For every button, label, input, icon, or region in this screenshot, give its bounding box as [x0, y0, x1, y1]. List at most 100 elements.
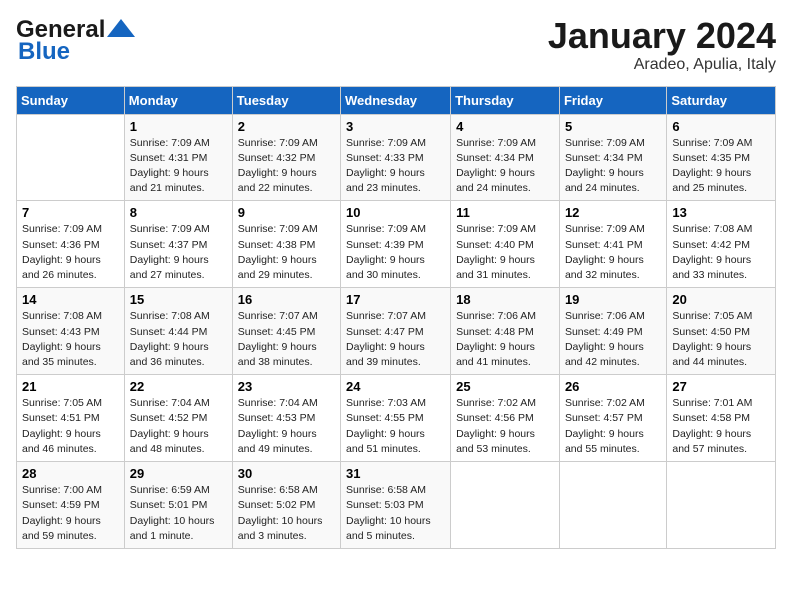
weekday-header-monday: Monday	[124, 86, 232, 114]
calendar-cell: 23 Sunrise: 7:04 AMSunset: 4:53 PMDayligh…	[232, 375, 340, 462]
day-number: 29	[130, 466, 227, 481]
calendar-cell: 11 Sunrise: 7:09 AMSunset: 4:40 PMDayligh…	[451, 201, 560, 288]
day-number: 1	[130, 119, 227, 134]
day-info: Sunrise: 6:58 AMSunset: 5:03 PMDaylight:…	[346, 483, 445, 544]
logo-text-blue: Blue	[18, 38, 70, 66]
calendar-cell: 24 Sunrise: 7:03 AMSunset: 4:55 PMDayligh…	[341, 375, 451, 462]
weekday-header-saturday: Saturday	[667, 86, 776, 114]
calendar-cell: 22 Sunrise: 7:04 AMSunset: 4:52 PMDayligh…	[124, 375, 232, 462]
day-number: 25	[456, 379, 554, 394]
day-info: Sunrise: 7:07 AMSunset: 4:47 PMDaylight:…	[346, 309, 445, 370]
calendar-cell: 16Sunrise: 7:07 AMSunset: 4:45 PMDayligh…	[232, 288, 340, 375]
day-number: 7	[22, 205, 119, 220]
calendar-cell: 3Sunrise: 7:09 AMSunset: 4:33 PMDaylight…	[341, 114, 451, 201]
location: Aradeo, Apulia, Italy	[548, 56, 776, 74]
day-info: Sunrise: 7:06 AMSunset: 4:49 PMDaylight:…	[565, 309, 661, 370]
day-info: Sunrise: 7:09 AMSunset: 4:33 PMDaylight:…	[346, 136, 445, 197]
page-header: General Blue January 2024 Aradeo, Apulia…	[16, 16, 776, 74]
calendar-table: SundayMondayTuesdayWednesdayThursdayFrid…	[16, 86, 776, 549]
day-info: Sunrise: 7:09 AMSunset: 4:38 PMDaylight:…	[238, 222, 335, 283]
day-number: 24	[346, 379, 445, 394]
calendar-cell: 8Sunrise: 7:09 AMSunset: 4:37 PMDaylight…	[124, 201, 232, 288]
day-info: Sunrise: 6:59 AMSunset: 5:01 PMDaylight:…	[130, 483, 227, 544]
calendar-cell: 4Sunrise: 7:09 AMSunset: 4:34 PMDaylight…	[451, 114, 560, 201]
day-info: Sunrise: 7:05 AMSunset: 4:50 PMDaylight:…	[672, 309, 770, 370]
day-number: 27	[672, 379, 770, 394]
calendar-cell: 2 Sunrise: 7:09 AMSunset: 4:32 PMDaylight…	[232, 114, 340, 201]
day-info: Sunrise: 7:08 AMSunset: 4:44 PMDaylight:…	[130, 309, 227, 370]
day-info: Sunrise: 7:00 AMSunset: 4:59 PMDaylight:…	[22, 483, 119, 544]
day-number: 10	[346, 205, 445, 220]
day-info: Sunrise: 7:01 AMSunset: 4:58 PMDaylight:…	[672, 396, 770, 457]
calendar-cell: 14 Sunrise: 7:08 AMSunset: 4:43 PMDayligh…	[17, 288, 125, 375]
calendar-cell: 19Sunrise: 7:06 AMSunset: 4:49 PMDayligh…	[559, 288, 666, 375]
weekday-header-sunday: Sunday	[17, 86, 125, 114]
day-number: 20	[672, 292, 770, 307]
logo: General Blue	[16, 16, 135, 66]
weekday-header-wednesday: Wednesday	[341, 86, 451, 114]
day-info: Sunrise: 7:09 AMSunset: 4:31 PMDaylight:…	[130, 136, 227, 197]
calendar-cell: 13 Sunrise: 7:08 AMSunset: 4:42 PMDayligh…	[667, 201, 776, 288]
title-area: January 2024 Aradeo, Apulia, Italy	[548, 16, 776, 74]
calendar-cell: 5 Sunrise: 7:09 AMSunset: 4:34 PMDaylight…	[559, 114, 666, 201]
calendar-cell: 20 Sunrise: 7:05 AMSunset: 4:50 PMDayligh…	[667, 288, 776, 375]
calendar-cell: 27 Sunrise: 7:01 AMSunset: 4:58 PMDayligh…	[667, 375, 776, 462]
day-info: Sunrise: 6:58 AMSunset: 5:02 PMDaylight:…	[238, 483, 335, 544]
day-info: Sunrise: 7:09 AMSunset: 4:35 PMDaylight:…	[672, 136, 770, 197]
day-info: Sunrise: 7:02 AMSunset: 4:57 PMDaylight:…	[565, 396, 661, 457]
day-number: 14	[22, 292, 119, 307]
day-number: 9	[238, 205, 335, 220]
day-number: 21	[22, 379, 119, 394]
calendar-cell	[667, 462, 776, 549]
day-number: 18	[456, 292, 554, 307]
calendar-cell: 31 Sunrise: 6:58 AMSunset: 5:03 PMDayligh…	[341, 462, 451, 549]
day-number: 13	[672, 205, 770, 220]
calendar-cell: 12Sunrise: 7:09 AMSunset: 4:41 PMDayligh…	[559, 201, 666, 288]
day-number: 17	[346, 292, 445, 307]
day-info: Sunrise: 7:09 AMSunset: 4:34 PMDaylight:…	[456, 136, 554, 197]
calendar-cell: 29 Sunrise: 6:59 AMSunset: 5:01 PMDayligh…	[124, 462, 232, 549]
calendar-cell: 1 Sunrise: 7:09 AMSunset: 4:31 PMDaylight…	[124, 114, 232, 201]
day-number: 22	[130, 379, 227, 394]
day-info: Sunrise: 7:02 AMSunset: 4:56 PMDaylight:…	[456, 396, 554, 457]
day-info: Sunrise: 7:03 AMSunset: 4:55 PMDaylight:…	[346, 396, 445, 457]
day-info: Sunrise: 7:09 AMSunset: 4:37 PMDaylight:…	[130, 222, 227, 283]
day-number: 30	[238, 466, 335, 481]
calendar-cell: 9 Sunrise: 7:09 AMSunset: 4:38 PMDaylight…	[232, 201, 340, 288]
day-info: Sunrise: 7:09 AMSunset: 4:34 PMDaylight:…	[565, 136, 661, 197]
calendar-cell: 21 Sunrise: 7:05 AMSunset: 4:51 PMDayligh…	[17, 375, 125, 462]
day-info: Sunrise: 7:08 AMSunset: 4:43 PMDaylight:…	[22, 309, 119, 370]
weekday-header-thursday: Thursday	[451, 86, 560, 114]
calendar-cell	[451, 462, 560, 549]
calendar-cell: 7Sunrise: 7:09 AMSunset: 4:36 PMDaylight…	[17, 201, 125, 288]
day-info: Sunrise: 7:09 AMSunset: 4:40 PMDaylight:…	[456, 222, 554, 283]
calendar-cell: 18 Sunrise: 7:06 AMSunset: 4:48 PMDayligh…	[451, 288, 560, 375]
calendar-cell: 30 Sunrise: 6:58 AMSunset: 5:02 PMDayligh…	[232, 462, 340, 549]
day-number: 15	[130, 292, 227, 307]
day-info: Sunrise: 7:04 AMSunset: 4:52 PMDaylight:…	[130, 396, 227, 457]
day-number: 26	[565, 379, 661, 394]
weekday-header-tuesday: Tuesday	[232, 86, 340, 114]
calendar-cell: 6Sunrise: 7:09 AMSunset: 4:35 PMDaylight…	[667, 114, 776, 201]
calendar-cell: 10 Sunrise: 7:09 AMSunset: 4:39 PMDayligh…	[341, 201, 451, 288]
logo-icon	[107, 19, 135, 37]
day-number: 23	[238, 379, 335, 394]
day-info: Sunrise: 7:08 AMSunset: 4:42 PMDaylight:…	[672, 222, 770, 283]
day-info: Sunrise: 7:06 AMSunset: 4:48 PMDaylight:…	[456, 309, 554, 370]
day-info: Sunrise: 7:04 AMSunset: 4:53 PMDaylight:…	[238, 396, 335, 457]
day-info: Sunrise: 7:09 AMSunset: 4:39 PMDaylight:…	[346, 222, 445, 283]
day-number: 31	[346, 466, 445, 481]
calendar-cell: 26 Sunrise: 7:02 AMSunset: 4:57 PMDayligh…	[559, 375, 666, 462]
calendar-cell	[17, 114, 125, 201]
day-info: Sunrise: 7:09 AMSunset: 4:41 PMDaylight:…	[565, 222, 661, 283]
calendar-cell: 25 Sunrise: 7:02 AMSunset: 4:56 PMDayligh…	[451, 375, 560, 462]
day-number: 2	[238, 119, 335, 134]
day-number: 5	[565, 119, 661, 134]
day-number: 11	[456, 205, 554, 220]
calendar-cell	[559, 462, 666, 549]
month-title: January 2024	[548, 16, 776, 56]
calendar-cell: 15 Sunrise: 7:08 AMSunset: 4:44 PMDayligh…	[124, 288, 232, 375]
day-number: 16	[238, 292, 335, 307]
day-info: Sunrise: 7:05 AMSunset: 4:51 PMDaylight:…	[22, 396, 119, 457]
day-info: Sunrise: 7:09 AMSunset: 4:32 PMDaylight:…	[238, 136, 335, 197]
